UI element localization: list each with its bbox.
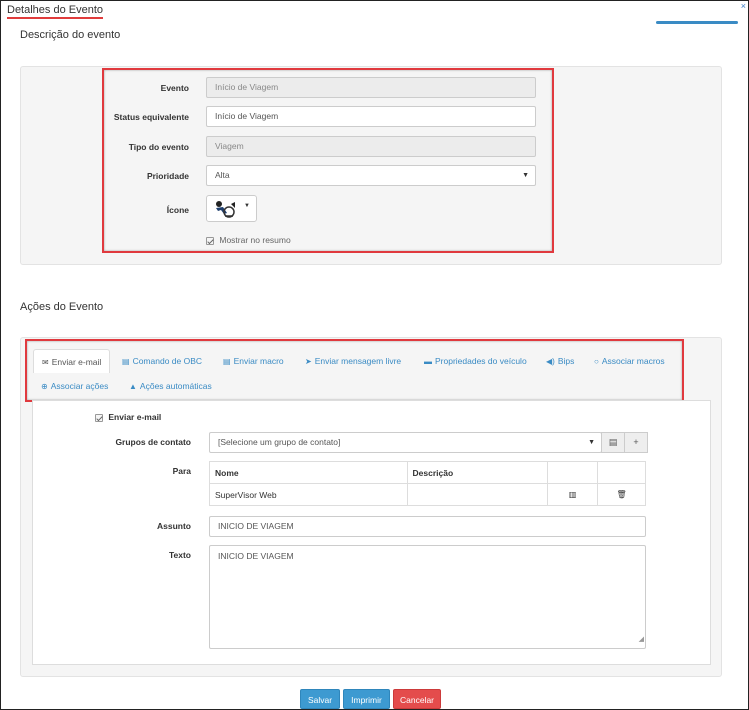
resize-handle-icon[interactable]: ◢ [639,630,644,650]
book-icon[interactable]: ▥ [547,483,599,506]
table-row: SuperVisor Web ▥ 🗑 [209,483,646,506]
book-icon[interactable]: ▤ [601,432,625,453]
top-accent-bar [656,21,738,24]
highlight-box-description [102,68,554,253]
texto-label: Texto [168,550,191,560]
recipients-table: Nome Descrição SuperVisor Web ▥ 🗑 [209,461,646,506]
trash-icon[interactable]: 🗑 [597,483,646,506]
col-nome: Nome [209,461,408,484]
close-icon[interactable]: × [741,1,746,11]
assunto-field[interactable]: INICIO DE VIAGEM [209,516,646,537]
grupos-value: [Selecione um grupo de contato] [218,437,341,447]
grupos-label: Grupos de contato [115,437,191,447]
description-section-title: Descrição do evento [20,29,121,41]
grupos-select[interactable]: [Selecione um grupo de contato] ▼ [209,432,602,453]
enviar-email-row: Enviar e-mail [95,412,161,422]
enviar-email-checkbox[interactable] [95,413,103,422]
plus-icon[interactable]: + [624,432,648,453]
caret-down-icon: ▼ [588,439,595,446]
table-header-row: Nome Descrição [209,461,646,484]
col-descricao: Descrição [406,461,549,484]
col-action-1 [547,461,599,484]
enviar-email-label: Enviar e-mail [108,412,162,422]
print-button[interactable]: Imprimir [343,689,390,709]
texto-field[interactable]: INICIO DE VIAGEM ◢ [209,545,646,649]
para-label: Para [172,466,191,476]
save-button[interactable]: Salvar [300,689,340,709]
page-title: Detalhes do Evento [7,4,104,19]
cancel-button[interactable]: Cancelar [393,689,441,709]
highlight-box-tabs [25,339,684,402]
row-description [406,483,549,506]
row-name: SuperVisor Web [209,483,408,506]
col-action-2 [597,461,646,484]
actions-section-title: Ações do Evento [20,301,104,313]
assunto-label: Assunto [157,521,191,531]
event-details-window: Detalhes do Evento × Descrição do evento… [0,0,749,710]
